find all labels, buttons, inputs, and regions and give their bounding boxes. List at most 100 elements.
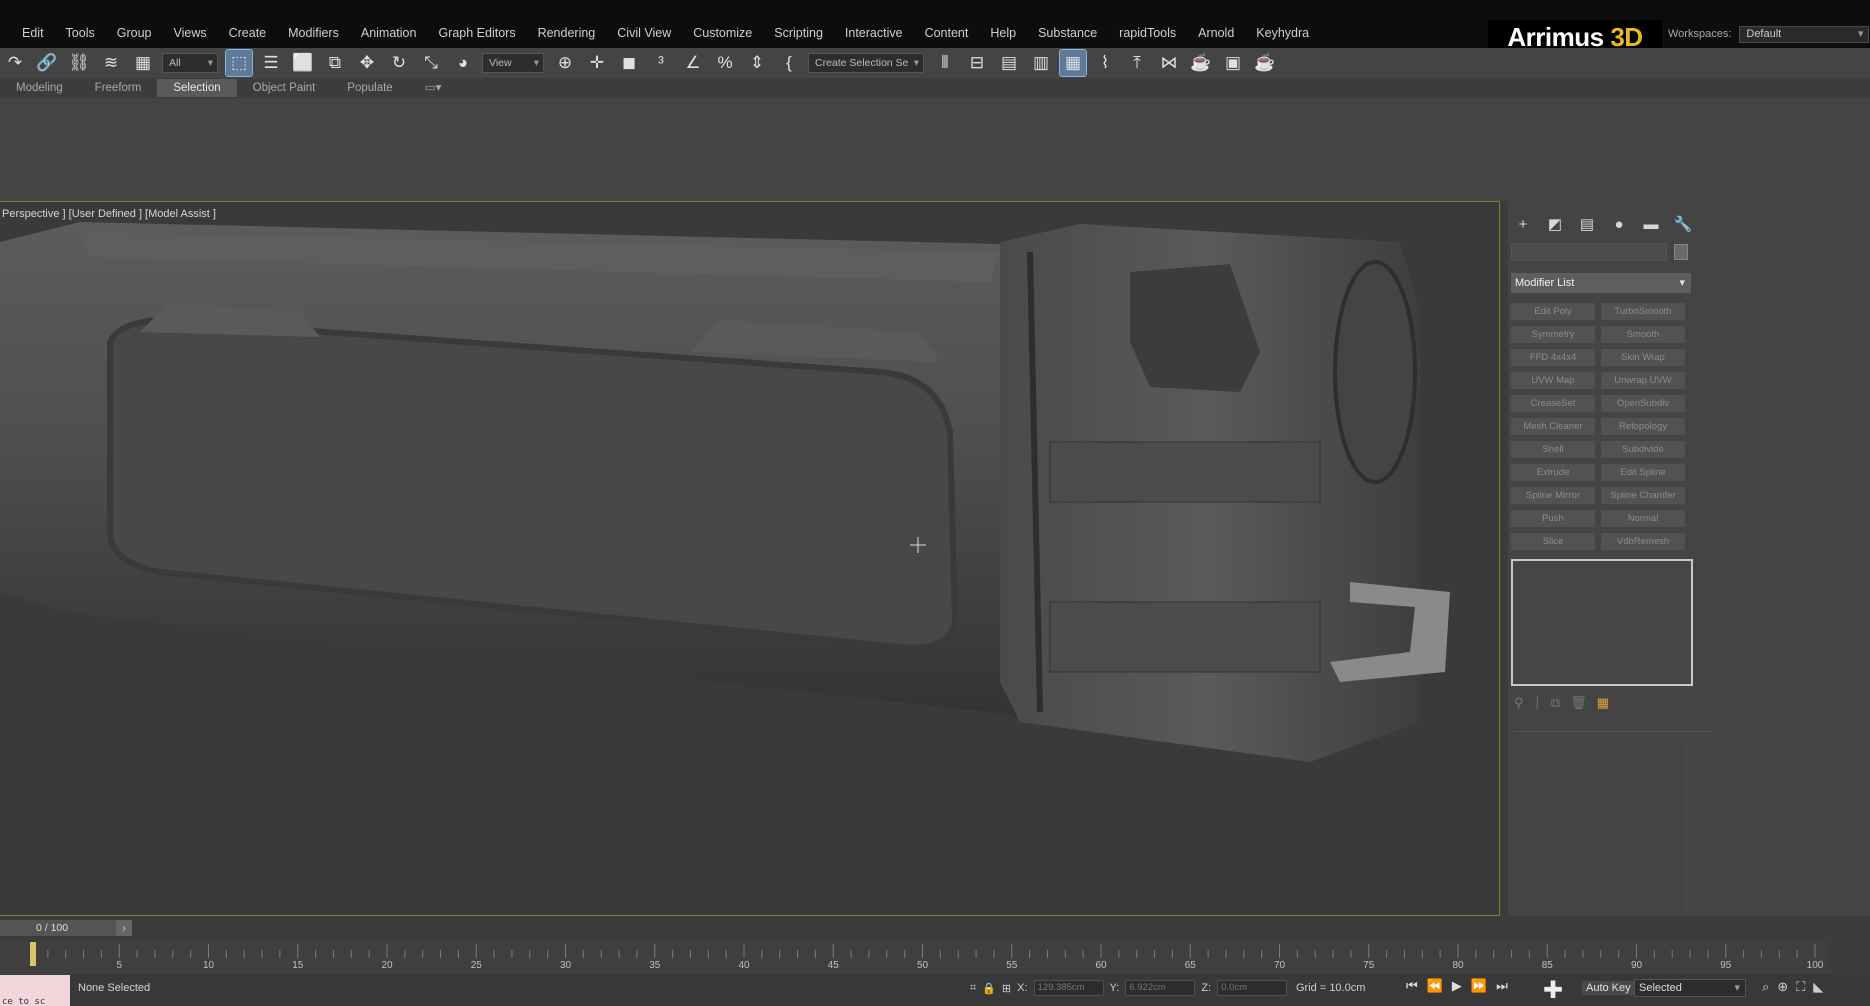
menu-tools[interactable]: Tools — [66, 26, 95, 40]
menu-create[interactable]: Create — [229, 26, 267, 40]
menu-graph-editors[interactable]: Graph Editors — [438, 26, 515, 40]
material-editor-icon[interactable]: ⋈ — [1156, 50, 1182, 76]
x-coordinate-field[interactable]: 129.385cm — [1033, 980, 1104, 996]
select-by-name-icon[interactable]: ☰ — [258, 50, 284, 76]
go-to-end-icon[interactable]: ⏭ — [1496, 978, 1508, 994]
menu-interactive[interactable]: Interactive — [845, 26, 903, 40]
modifier-button[interactable]: Skin Wrap — [1601, 349, 1685, 366]
select-manipulate-icon[interactable]: ✛ — [584, 50, 610, 76]
select-object-icon[interactable]: ⬚ — [225, 49, 253, 77]
key-filter-dropdown[interactable]: Selected — [1634, 979, 1746, 997]
modifier-button[interactable]: FFD 4x4x4 — [1511, 349, 1595, 366]
reference-coordinate-dropdown[interactable]: View — [482, 53, 544, 73]
next-key-icon[interactable]: ⏩ — [1471, 978, 1487, 994]
menu-views[interactable]: Views — [173, 26, 206, 40]
modifier-button[interactable]: UVW Map — [1511, 372, 1595, 389]
modifier-button[interactable]: Extrude — [1511, 464, 1595, 481]
menu-modifiers[interactable]: Modifiers — [288, 26, 339, 40]
menu-content[interactable]: Content — [925, 26, 969, 40]
pin-stack-icon[interactable]: ⚲ — [1514, 695, 1524, 711]
play-icon[interactable]: ▶ — [1452, 978, 1462, 994]
viewport-label[interactable]: Perspective ] [User Defined ] [Model Ass… — [2, 208, 216, 220]
selection-filter-icon[interactable]: ▦ — [130, 50, 156, 76]
mirror-icon[interactable]: ⫴ — [932, 50, 958, 76]
window-crossing-icon[interactable]: ⧉ — [322, 50, 348, 76]
scene-explorer-icon[interactable]: ▤ — [996, 50, 1022, 76]
toggle-ribbon-icon[interactable]: ▦ — [1059, 49, 1087, 77]
angle-snap-icon[interactable]: ∠ — [680, 50, 706, 76]
edit-named-selection-icon[interactable]: { — [776, 50, 802, 76]
ribbon-options-icon[interactable]: ▭▾ — [409, 79, 458, 97]
modifier-button[interactable]: Edit Spline — [1601, 464, 1685, 481]
rect-selection-region-icon[interactable]: ⬜ — [290, 50, 316, 76]
selection-lock-icon[interactable]: 🔒 — [982, 982, 996, 995]
layer-explorer-icon[interactable]: ▥ — [1028, 50, 1054, 76]
auto-key-button[interactable]: Auto Key — [1582, 981, 1635, 995]
modifier-button[interactable]: Edit Poly — [1511, 303, 1595, 320]
menu-arnold[interactable]: Arnold — [1198, 26, 1234, 40]
named-selection-sets-dropdown[interactable]: Create Selection Se — [808, 53, 924, 73]
menu-customize[interactable]: Customize — [693, 26, 752, 40]
object-color-swatch[interactable] — [1674, 244, 1688, 260]
modifier-button[interactable]: Subdivide — [1601, 441, 1685, 458]
redo-icon[interactable]: ↷ — [2, 50, 28, 76]
set-key-icon[interactable]: ✚ — [1540, 978, 1566, 1004]
pivot-center-icon[interactable]: ⊕ — [552, 50, 578, 76]
unlink-icon[interactable]: ⛓ — [66, 50, 92, 76]
zoom-extents-icon[interactable]: ⛶ — [1796, 979, 1805, 995]
isolate-selection-icon[interactable]: ⌗ — [970, 982, 976, 995]
menu-rapidtools[interactable]: rapidTools — [1119, 26, 1176, 40]
menu-rendering[interactable]: Rendering — [538, 26, 596, 40]
tab-populate[interactable]: Populate — [331, 79, 408, 97]
render-setup-icon[interactable]: ☕ — [1188, 50, 1214, 76]
selection-filter-dropdown[interactable]: All — [162, 53, 218, 73]
perspective-viewport[interactable]: Perspective ] [User Defined ] [Model Ass… — [0, 201, 1500, 916]
absolute-mode-icon[interactable]: ⊞ — [1002, 982, 1011, 995]
align-icon[interactable]: ⊟ — [964, 50, 990, 76]
go-to-start-icon[interactable]: ⏮ — [1406, 978, 1418, 994]
rendered-frame-window-icon[interactable]: ▣ — [1220, 50, 1246, 76]
modifier-stack-view[interactable] — [1511, 559, 1693, 686]
modifier-button[interactable]: Symmetry — [1511, 326, 1595, 343]
zoom-all-icon[interactable]: ⊕ — [1777, 979, 1788, 995]
panel-scroll-track[interactable] — [1686, 741, 1687, 911]
modifier-button[interactable]: Shell — [1511, 441, 1595, 458]
curve-editor-icon[interactable]: ⌇ — [1092, 50, 1118, 76]
modifier-button[interactable]: Spline Chamfer — [1601, 487, 1685, 504]
maxscript-listener[interactable]: ce to sc — [0, 975, 70, 1006]
menu-group[interactable]: Group — [117, 26, 152, 40]
modifier-button[interactable]: Spline Mirror — [1511, 487, 1595, 504]
tab-selection[interactable]: Selection — [157, 79, 237, 97]
link-icon[interactable]: 🔗 — [34, 50, 60, 76]
configure-modifier-sets-icon[interactable]: ▦ — [1597, 695, 1609, 711]
menu-animation[interactable]: Animation — [361, 26, 417, 40]
previous-frame-icon[interactable]: ⏪ — [1427, 978, 1443, 994]
object-name-field[interactable] — [1511, 243, 1667, 261]
modifier-list-dropdown[interactable]: Modifier List — [1511, 273, 1691, 293]
remove-modifier-icon[interactable]: 🗑 — [1570, 695, 1587, 711]
display-tab-icon[interactable]: ▬ — [1638, 213, 1664, 235]
field-of-view-icon[interactable]: ◣ — [1813, 979, 1823, 995]
schematic-view-icon[interactable]: ⤒ — [1124, 50, 1150, 76]
keyboard-shortcut-icon[interactable]: ◼ — [616, 50, 642, 76]
menu-edit[interactable]: Edit — [22, 26, 44, 40]
tab-object-paint[interactable]: Object Paint — [237, 79, 332, 97]
bind-spacewarp-icon[interactable]: ≋ — [98, 50, 124, 76]
hierarchy-tab-icon[interactable]: ▤ — [1574, 213, 1600, 235]
placement-icon[interactable]: ◕ — [450, 50, 476, 76]
zoom-icon[interactable]: ⌕ — [1762, 979, 1769, 995]
utilities-tab-icon[interactable]: 🔧 — [1670, 213, 1696, 235]
modifier-button[interactable]: VdbRemesh — [1601, 533, 1685, 550]
modifier-button[interactable]: Unwrap UVW — [1601, 372, 1685, 389]
menu-civil-view[interactable]: Civil View — [617, 26, 671, 40]
modifier-button[interactable]: Push — [1511, 510, 1595, 527]
select-rotate-icon[interactable]: ↻ — [386, 50, 412, 76]
modify-tab-icon[interactable]: ◩ — [1542, 213, 1568, 235]
show-end-result-icon[interactable]: ⏐ — [1534, 695, 1541, 711]
modifier-button[interactable]: Normal — [1601, 510, 1685, 527]
tab-modeling[interactable]: Modeling — [0, 79, 79, 97]
snaps-toggle-icon[interactable]: ³ — [648, 50, 674, 76]
select-move-icon[interactable]: ✥ — [354, 50, 380, 76]
tab-freeform[interactable]: Freeform — [79, 79, 158, 97]
next-frame-icon[interactable]: › — [116, 920, 132, 936]
